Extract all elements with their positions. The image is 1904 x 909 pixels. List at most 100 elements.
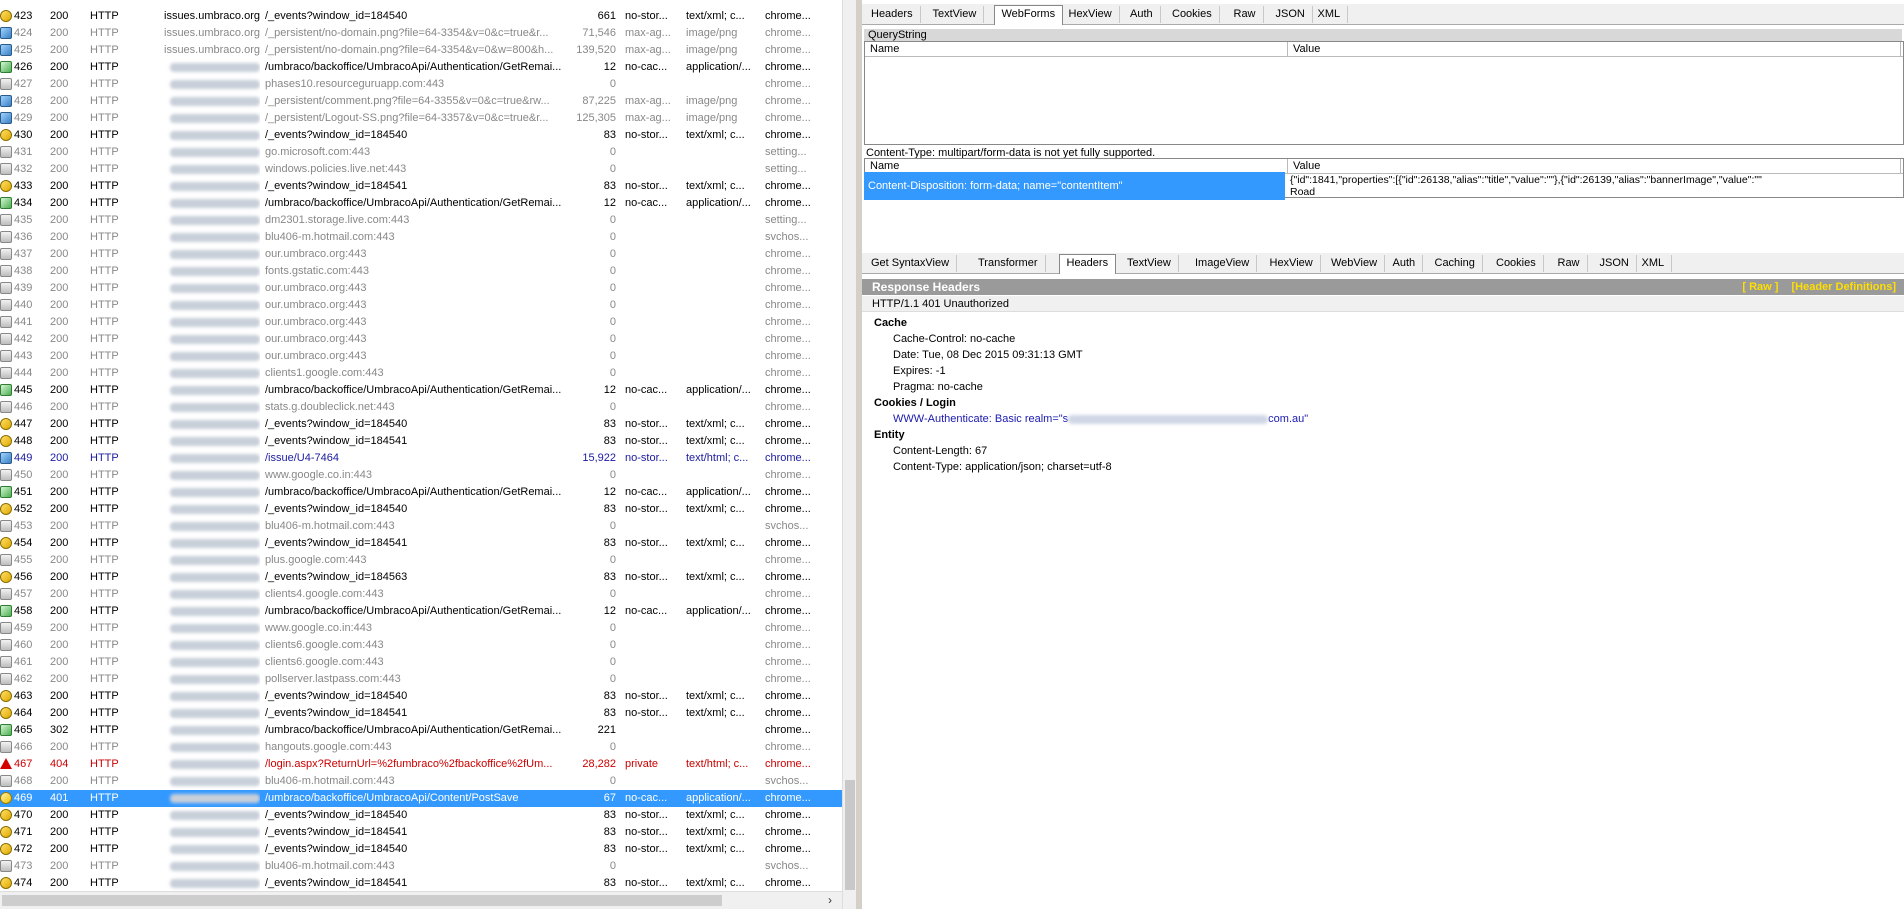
request-tab-raw[interactable]: Raw bbox=[1227, 6, 1264, 23]
session-protocol: HTTP bbox=[90, 792, 119, 804]
response-tab-xml[interactable]: XML bbox=[1635, 255, 1673, 272]
request-tab-webforms[interactable]: WebForms bbox=[993, 5, 1064, 25]
session-host: issues.umbraco.org bbox=[164, 27, 260, 39]
response-tab-auth[interactable]: Auth bbox=[1386, 255, 1424, 272]
request-tab-headers[interactable]: Headers bbox=[864, 6, 921, 23]
session-list-horizontal-scrollbar[interactable]: › bbox=[0, 891, 842, 909]
response-tab-transformer[interactable]: Transformer bbox=[971, 255, 1046, 272]
header-definitions-link[interactable]: [Header Definitions] bbox=[1791, 281, 1896, 293]
session-row[interactable]: 468 200 HTTP blu406-m.hotmail.com:443 0 svcho… bbox=[0, 773, 842, 790]
session-row[interactable]: 459 200 HTTP www.google.co.in:443 0 chrome... bbox=[0, 620, 842, 637]
session-row[interactable]: 464 200 HTTP /_events?window_id=184541 83 no-… bbox=[0, 705, 842, 722]
response-tab-webview[interactable]: WebView bbox=[1324, 255, 1386, 272]
session-row[interactable]: 423 200 HTTP issues.umbraco.org /_events?win… bbox=[0, 8, 842, 25]
session-row[interactable]: 467 404 HTTP/login.aspx?ReturnUrl=%2fumbra… bbox=[0, 756, 842, 773]
session-row[interactable]: 426 200 HTTP/umbraco/backoffice/UmbracoApi… bbox=[0, 59, 842, 76]
header-content-type[interactable]: Content-Type: application/json; charset=… bbox=[893, 461, 1112, 473]
session-row[interactable]: 438 200 HTTP fonts.gstatic.com:443 0 chrome..… bbox=[0, 263, 842, 280]
session-row[interactable]: 437 200 HTTP our.umbraco.org:443 0 chrome... bbox=[0, 246, 842, 263]
response-tab-cookies[interactable]: Cookies bbox=[1489, 255, 1544, 272]
session-row[interactable]: 443 200 HTTP our.umbraco.org:443 0 chrome... bbox=[0, 348, 842, 365]
session-row[interactable]: 461 200 HTTP clients6.google.com:443 0 chrome… bbox=[0, 654, 842, 671]
session-row[interactable]: 466 200 HTTP hangouts.google.com:443 0 chrome… bbox=[0, 739, 842, 756]
session-host bbox=[146, 467, 260, 484]
response-tab-imageview[interactable]: ImageView bbox=[1188, 255, 1258, 272]
session-row[interactable]: 473 200 HTTP blu406-m.hotmail.com:443 0 svcho… bbox=[0, 858, 842, 875]
session-row[interactable]: 465 302 HTTP/umbraco/backoffice/UmbracoApi… bbox=[0, 722, 842, 739]
session-row[interactable]: 430 200 HTTP /_events?window_id=184540 83 no-… bbox=[0, 127, 842, 144]
session-row[interactable]: 442 200 HTTP our.umbraco.org:443 0 chrome... bbox=[0, 331, 842, 348]
header-www-authenticate[interactable]: WWW-Authenticate: Basic realm="s com.au" bbox=[893, 413, 1308, 425]
session-row[interactable]: 446 200 HTTP stats.g.doubleclick.net:443 0 ch… bbox=[0, 399, 842, 416]
session-row[interactable]: 469 401 HTTP/umbraco/backoffice/UmbracoApi… bbox=[0, 790, 842, 807]
request-tab-cookies[interactable]: Cookies bbox=[1165, 6, 1220, 23]
response-tab-json[interactable]: JSON bbox=[1593, 255, 1637, 272]
session-row[interactable]: 458 200 HTTP/umbraco/backoffice/UmbracoApi… bbox=[0, 603, 842, 620]
request-tab-textview[interactable]: TextView bbox=[926, 6, 985, 23]
session-row[interactable]: 434 200 HTTP/umbraco/backoffice/UmbracoApi… bbox=[0, 195, 842, 212]
response-tab-headers[interactable]: Headers bbox=[1058, 254, 1117, 274]
form-row-name[interactable]: Content-Disposition: form-data; name="co… bbox=[864, 172, 1285, 200]
querystring-col-name[interactable]: Name bbox=[865, 42, 1288, 56]
session-row[interactable]: 460 200 HTTP clients6.google.com:443 0 chrome… bbox=[0, 637, 842, 654]
session-row[interactable]: 449 200 HTTP/issue/U4-7464 15,922 no-stor...… bbox=[0, 450, 842, 467]
session-row[interactable]: 454 200 HTTP /_events?window_id=184541 83 no-… bbox=[0, 535, 842, 552]
response-tab-caching[interactable]: Caching bbox=[1428, 255, 1483, 272]
session-row[interactable]: 444 200 HTTP clients1.google.com:443 0 chrome… bbox=[0, 365, 842, 382]
session-row[interactable]: 440 200 HTTP our.umbraco.org:443 0 chrome... bbox=[0, 297, 842, 314]
header-date[interactable]: Date: Tue, 08 Dec 2015 09:31:13 GMT bbox=[893, 349, 1083, 361]
form-col-name[interactable]: Name bbox=[865, 159, 1288, 173]
session-row[interactable]: 471 200 HTTP /_events?window_id=184541 83 no-… bbox=[0, 824, 842, 841]
session-list-vertical-scrollbar[interactable] bbox=[842, 0, 857, 909]
header-pragma[interactable]: Pragma: no-cache bbox=[893, 381, 983, 393]
header-cache-control[interactable]: Cache-Control: no-cache bbox=[893, 333, 1015, 345]
session-row[interactable]: 462 200 HTTP pollserver.lastpass.com:443 0 ch… bbox=[0, 671, 842, 688]
form-row-value[interactable]: {"id":1841,"properties":[{"id":26138,"al… bbox=[1287, 172, 1899, 200]
response-tab-get-syntaxview[interactable]: Get SyntaxView bbox=[864, 255, 958, 272]
session-row[interactable]: 424 200 HTTP issues.umbraco.org /_persistent… bbox=[0, 25, 842, 42]
session-row[interactable]: 448 200 HTTP /_events?window_id=184541 83 no-… bbox=[0, 433, 842, 450]
session-row[interactable]: 429 200 HTTP /_persistent/Logout-SS.png?fil… bbox=[0, 110, 842, 127]
blurred-host bbox=[170, 351, 260, 361]
session-row[interactable]: 474 200 HTTP /_events?window_id=184541 83 no-… bbox=[0, 875, 842, 892]
session-row[interactable]: 441 200 HTTP our.umbraco.org:443 0 chrome... bbox=[0, 314, 842, 331]
vertical-scroll-thumb[interactable] bbox=[845, 780, 855, 890]
session-row[interactable]: 436 200 HTTP blu406-m.hotmail.com:443 0 svcho… bbox=[0, 229, 842, 246]
session-row[interactable]: 470 200 HTTP /_events?window_id=184540 83 no-… bbox=[0, 807, 842, 824]
session-row[interactable]: 427 200 HTTP phases10.resourceguruapp.com:4… bbox=[0, 76, 842, 93]
querystring-col-value[interactable]: Value bbox=[1288, 42, 1901, 56]
session-list[interactable]: 423 200 HTTP issues.umbraco.org /_events?win… bbox=[0, 0, 842, 909]
session-row[interactable]: 457 200 HTTP clients4.google.com:443 0 chrome… bbox=[0, 586, 842, 603]
session-row[interactable]: 452 200 HTTP /_events?window_id=184540 83 no-… bbox=[0, 501, 842, 518]
request-tab-xml[interactable]: XML bbox=[1311, 6, 1349, 23]
session-row[interactable]: 425 200 HTTP issues.umbraco.org /_persistent… bbox=[0, 42, 842, 59]
session-row[interactable]: 435 200 HTTP dm2301.storage.live.com:443 0 se… bbox=[0, 212, 842, 229]
session-row[interactable]: 445 200 HTTP/umbraco/backoffice/UmbracoApi… bbox=[0, 382, 842, 399]
raw-link[interactable]: [ Raw ] bbox=[1742, 281, 1778, 293]
request-tab-auth[interactable]: Auth bbox=[1123, 6, 1161, 23]
session-row[interactable]: 451 200 HTTP/umbraco/backoffice/UmbracoApi… bbox=[0, 484, 842, 501]
session-row[interactable]: 447 200 HTTP /_events?window_id=184540 83 no-… bbox=[0, 416, 842, 433]
session-row[interactable]: 432 200 HTTP windows.policies.live.net:443 0… bbox=[0, 161, 842, 178]
horizontal-scroll-thumb[interactable] bbox=[2, 895, 722, 906]
session-row[interactable]: 433 200 HTTP /_events?window_id=184541 83 no-… bbox=[0, 178, 842, 195]
querystring-grid[interactable]: Name Value bbox=[864, 41, 1904, 145]
header-content-length[interactable]: Content-Length: 67 bbox=[893, 445, 987, 457]
session-row[interactable]: 439 200 HTTP our.umbraco.org:443 0 chrome... bbox=[0, 280, 842, 297]
session-row[interactable]: 453 200 HTTP blu406-m.hotmail.com:443 0 svcho… bbox=[0, 518, 842, 535]
session-row[interactable]: 450 200 HTTP www.google.co.in:443 0 chrome... bbox=[0, 467, 842, 484]
response-tab-textview[interactable]: TextView bbox=[1120, 255, 1179, 272]
scroll-right-arrow-icon[interactable]: › bbox=[828, 893, 832, 907]
session-row[interactable]: 472 200 HTTP /_events?window_id=184540 83 no-… bbox=[0, 841, 842, 858]
request-tab-json[interactable]: JSON bbox=[1269, 6, 1313, 23]
request-tab-hexview[interactable]: HexView bbox=[1062, 6, 1120, 23]
session-row[interactable]: 431 200 HTTP go.microsoft.com:443 0 setting..… bbox=[0, 144, 842, 161]
response-tab-raw[interactable]: Raw bbox=[1551, 255, 1588, 272]
session-row[interactable]: 455 200 HTTP plus.google.com:443 0 chrome... bbox=[0, 552, 842, 569]
session-row[interactable]: 463 200 HTTP /_events?window_id=184540 83 no-… bbox=[0, 688, 842, 705]
header-expires[interactable]: Expires: -1 bbox=[893, 365, 946, 377]
session-row[interactable]: 456 200 HTTP /_events?window_id=184563 83 no-… bbox=[0, 569, 842, 586]
response-tab-hexview[interactable]: HexView bbox=[1263, 255, 1321, 272]
form-col-value[interactable]: Value bbox=[1288, 159, 1901, 173]
session-row[interactable]: 428 200 HTTP /_persistent/comment.png?file=… bbox=[0, 93, 842, 110]
